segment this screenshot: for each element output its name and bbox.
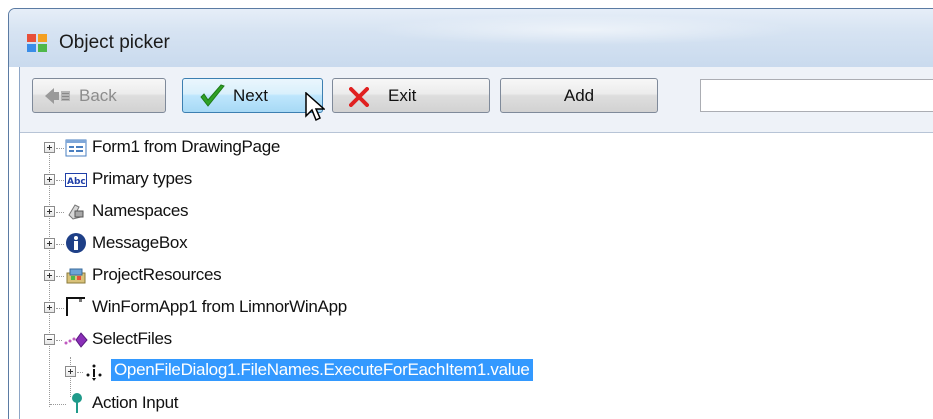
tree-item-label: Primary types bbox=[92, 169, 193, 188]
tree-branch-line bbox=[56, 308, 64, 309]
window-title: Object picker bbox=[59, 32, 170, 53]
tree-item-namespaces[interactable]: Namespaces bbox=[32, 199, 432, 225]
add-button[interactable]: Add bbox=[500, 78, 658, 113]
tree-branch-line bbox=[56, 148, 64, 149]
next-button-label: Next bbox=[233, 86, 268, 105]
expand-toggle[interactable] bbox=[44, 174, 55, 185]
checkmark-icon bbox=[200, 84, 225, 107]
winform-app-icon bbox=[66, 297, 85, 316]
tree-item-winformapp1[interactable]: WinFormApp1 from LimnorWinApp bbox=[32, 295, 532, 321]
tree-item-openfiledialog-value[interactable]: OpenFileDialog1.FileNames.ExecuteForEach… bbox=[32, 359, 732, 385]
tree-branch-line bbox=[56, 212, 64, 213]
pin-icon bbox=[72, 393, 82, 413]
expand-toggle[interactable] bbox=[44, 142, 55, 153]
tree-item-label: ProjectResources bbox=[92, 265, 222, 284]
svg-text:Abc: Abc bbox=[67, 177, 86, 187]
expand-toggle[interactable] bbox=[44, 238, 55, 249]
variable-icon bbox=[86, 364, 102, 381]
tree-item-selectfiles[interactable]: SelectFiles bbox=[32, 327, 432, 353]
picker-content: Back Next Exit Add Form1 from DrawingPag… bbox=[19, 67, 933, 419]
tree-branch-line bbox=[50, 404, 66, 405]
app-window-icon bbox=[27, 34, 47, 52]
object-picker-window: Object picker Back Next Exit Add Form1 f… bbox=[8, 8, 933, 419]
expand-toggle[interactable] bbox=[44, 302, 55, 313]
title-bar[interactable]: Object picker bbox=[9, 9, 933, 67]
tree-item-form1[interactable]: Form1 from DrawingPage bbox=[32, 135, 432, 161]
mouse-pointer-icon bbox=[305, 92, 325, 122]
tree-item-messagebox[interactable]: MessageBox bbox=[32, 231, 432, 257]
tree-item-label: Namespaces bbox=[92, 201, 189, 220]
expand-toggle[interactable] bbox=[65, 366, 76, 377]
tree-item-label: Form1 from DrawingPage bbox=[92, 137, 281, 156]
back-button-label: Back bbox=[79, 86, 117, 105]
namespace-icon bbox=[68, 204, 84, 220]
resources-icon bbox=[66, 268, 86, 284]
info-icon bbox=[66, 233, 86, 253]
close-x-icon bbox=[349, 87, 369, 107]
method-icon bbox=[64, 332, 88, 348]
object-tree[interactable]: Form1 from DrawingPage Abc Primary types bbox=[32, 135, 932, 419]
exit-button[interactable]: Exit bbox=[332, 78, 490, 113]
toolbar: Back Next Exit Add bbox=[20, 67, 933, 133]
tree-item-label-selected: OpenFileDialog1.FileNames.ExecuteForEach… bbox=[111, 359, 533, 381]
tree-item-primary-types[interactable]: Abc Primary types bbox=[32, 167, 432, 193]
tree-branch-line bbox=[56, 276, 64, 277]
tree-branch-line bbox=[56, 180, 64, 181]
tree-branch-line bbox=[56, 244, 64, 245]
tree-item-label: WinFormApp1 from LimnorWinApp bbox=[92, 297, 347, 316]
back-button[interactable]: Back bbox=[32, 78, 166, 113]
tree-item-action-input[interactable]: Action Input bbox=[32, 391, 432, 417]
back-arrow-icon bbox=[45, 88, 70, 104]
collapse-toggle[interactable] bbox=[44, 334, 55, 345]
tree-item-project-resources[interactable]: ProjectResources bbox=[32, 263, 432, 289]
exit-button-label: Exit bbox=[388, 86, 417, 105]
form-icon bbox=[65, 139, 87, 157]
expand-toggle[interactable] bbox=[44, 270, 55, 281]
next-button[interactable]: Next bbox=[182, 78, 323, 113]
abc-type-icon: Abc bbox=[65, 173, 87, 187]
expand-toggle[interactable] bbox=[44, 206, 55, 217]
tree-item-label: Action Input bbox=[92, 393, 179, 412]
add-button-label: Add bbox=[563, 85, 595, 105]
search-input[interactable] bbox=[700, 79, 933, 112]
tree-item-label: SelectFiles bbox=[92, 329, 172, 348]
tree-item-label: MessageBox bbox=[92, 233, 188, 252]
tree-branch-line bbox=[77, 372, 83, 373]
